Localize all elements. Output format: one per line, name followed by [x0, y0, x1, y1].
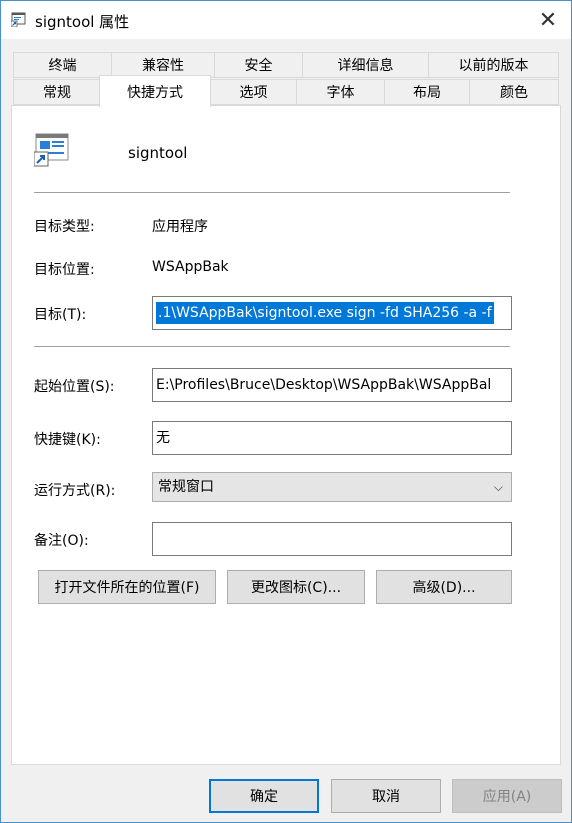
target-label: 目标(T): — [34, 307, 87, 323]
target-type-label: 目标类型: — [34, 219, 95, 235]
title-bar[interactable]: signtool 属性 ✕ — [1, 1, 571, 39]
target-type-value: 应用程序 — [152, 219, 208, 235]
app-window-icon — [11, 12, 26, 27]
divider — [34, 346, 510, 347]
tab-details[interactable]: 详细信息 — [302, 52, 429, 78]
close-button[interactable]: ✕ — [525, 1, 571, 39]
tab-layout[interactable]: 布局 — [384, 79, 470, 105]
target-input[interactable]: .1\WSAppBak\signtool.exe sign -fd SHA256… — [152, 296, 512, 330]
start-in-input[interactable]: E:\Profiles\Bruce\Desktop\WSAppBak\WSApp… — [152, 368, 512, 402]
run-label: 运行方式(R): — [34, 483, 116, 499]
close-icon: ✕ — [538, 7, 558, 33]
comment-input[interactable] — [152, 522, 512, 556]
tab-colors[interactable]: 颜色 — [469, 79, 559, 105]
run-select[interactable]: 常规窗口 ⌵ — [152, 472, 512, 502]
cancel-button[interactable]: 取消 — [331, 779, 441, 813]
tab-terminal[interactable]: 终端 — [13, 52, 112, 78]
properties-window: signtool 属性 ✕ 终端 兼容性 安全 详细信息 以前的版本 常规 快捷… — [0, 0, 572, 823]
target-location-value: WSAppBak — [152, 259, 229, 275]
open-file-location-button[interactable]: 打开文件所在的位置(F) — [38, 570, 216, 604]
tab-security[interactable]: 安全 — [214, 52, 303, 78]
comment-label: 备注(O): — [34, 533, 89, 549]
run-value: 常规窗口 — [158, 479, 214, 495]
hotkey-input[interactable]: 无 — [152, 421, 512, 455]
tab-font[interactable]: 字体 — [296, 79, 385, 105]
target-value: .1\WSAppBak\signtool.exe sign -fd SHA256… — [156, 302, 494, 324]
advanced-button[interactable]: 高级(D)... — [376, 570, 512, 604]
hotkey-value: 无 — [156, 430, 170, 446]
shortcut-panel: signtool 目标类型: 应用程序 目标位置: WSAppBak 目标(T)… — [11, 105, 561, 765]
tab-shortcut[interactable]: 快捷方式 — [99, 75, 211, 107]
change-icon-button[interactable]: 更改图标(C)... — [227, 570, 365, 604]
divider — [34, 192, 510, 193]
tab-general[interactable]: 常规 — [13, 79, 101, 105]
shortcut-app-icon — [34, 133, 69, 167]
shortcut-name: signtool — [128, 144, 188, 162]
window-title: signtool 属性 — [35, 13, 130, 31]
start-in-value: E:\Profiles\Bruce\Desktop\WSAppBak\WSApp… — [156, 377, 492, 393]
tab-options[interactable]: 选项 — [210, 79, 297, 105]
chevron-down-icon: ⌵ — [493, 480, 503, 494]
ok-button[interactable]: 确定 — [209, 779, 319, 813]
tab-previous-versions[interactable]: 以前的版本 — [428, 52, 559, 78]
apply-button[interactable]: 应用(A) — [452, 779, 562, 813]
start-in-label: 起始位置(S): — [34, 379, 115, 395]
target-location-label: 目标位置: — [34, 262, 95, 278]
hotkey-label: 快捷键(K): — [34, 432, 101, 448]
